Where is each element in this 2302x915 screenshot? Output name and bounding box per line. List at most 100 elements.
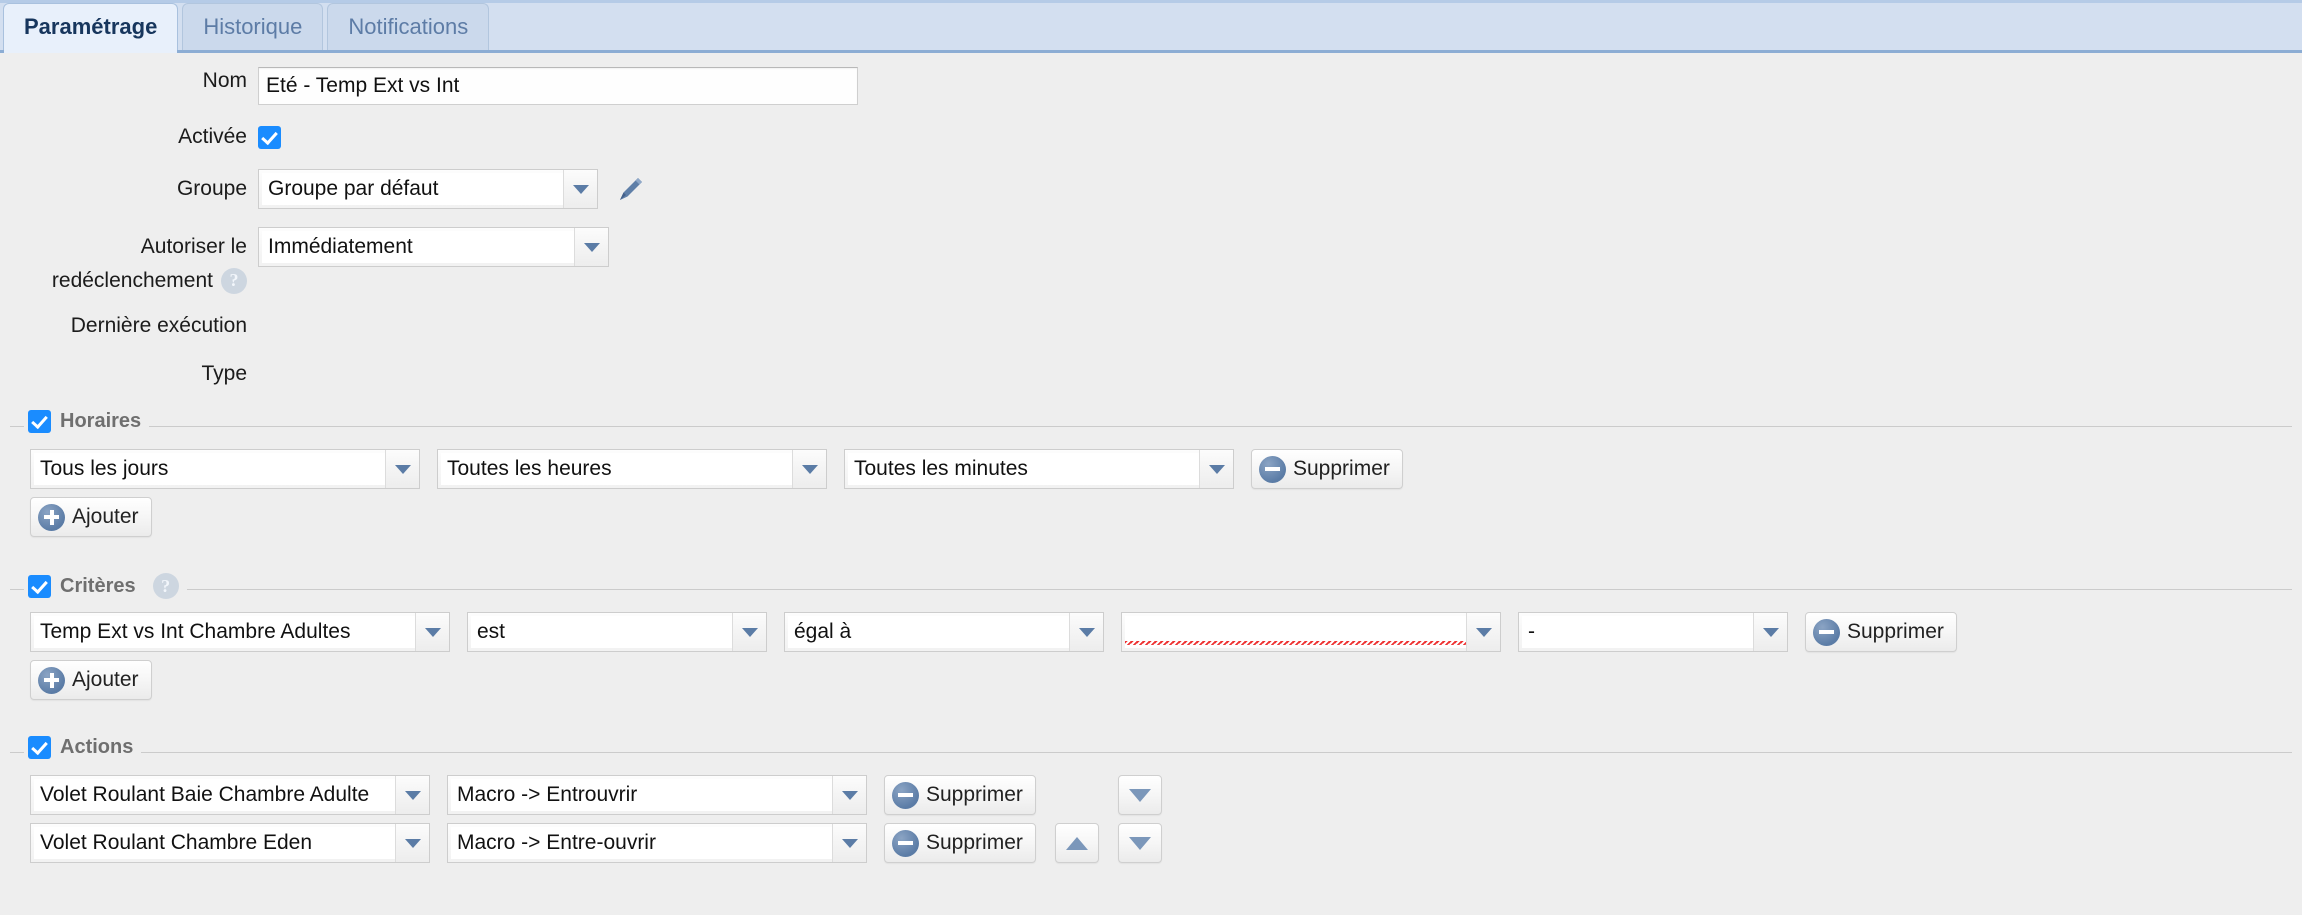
actions-command-value-2: Macro -> Entre-ouvrir: [451, 827, 832, 859]
horaires-group: Horaires Tous les jours Toutes les heure…: [10, 410, 2292, 559]
criteres-legend: Critères ?: [24, 573, 187, 599]
horaires-body: Tous les jours Toutes les heures Toutes …: [10, 427, 2292, 537]
horaires-add-row: Ajouter: [30, 497, 2292, 537]
activee-checkbox[interactable]: [258, 125, 281, 149]
help-icon[interactable]: ?: [221, 267, 247, 294]
field-row-type: Type: [0, 360, 2302, 388]
actions-group: Actions Volet Roulant Baie Chambre Adult…: [10, 736, 2292, 885]
chevron-down-icon: [792, 450, 826, 488]
actions-delete-button-1[interactable]: Supprimer: [884, 775, 1036, 815]
label-type: Type: [201, 362, 247, 385]
chevron-down-icon: [1466, 613, 1500, 651]
tab-parametrage[interactable]: Paramétrage: [3, 3, 179, 53]
tab-historique-label: Historique: [203, 14, 303, 39]
label-redeclenchement: Autoriser le redéclenchement ?: [0, 227, 258, 294]
criteres-add-button[interactable]: Ajouter: [30, 660, 152, 700]
horaires-heure-value: Toutes les heures: [441, 453, 792, 485]
control-redeclenchement: Immédiatement: [258, 227, 609, 267]
criteres-source-select[interactable]: Temp Ext vs Int Chambre Adultes: [30, 612, 450, 652]
tab-notifications-label: Notifications: [348, 14, 469, 39]
actions-checkbox[interactable]: [28, 736, 51, 759]
horaires-delete-label: Supprimer: [1293, 457, 1390, 480]
triangle-down-icon: [1128, 836, 1151, 850]
horaires-minute-value: Toutes les minutes: [848, 453, 1199, 485]
criteres-source-value: Temp Ext vs Int Chambre Adultes: [34, 616, 415, 648]
label-redeclenchement-line1: Autoriser le: [140, 235, 247, 258]
criteres-unit-select[interactable]: -: [1518, 612, 1788, 652]
label-activee: Activée: [178, 125, 247, 148]
field-row-derniere-execution: Dernière exécution: [0, 312, 2302, 340]
actions-move-up-placeholder-1: [1055, 775, 1099, 815]
horaires-minute-select[interactable]: Toutes les minutes: [844, 449, 1234, 489]
field-row-redeclenchement: Autoriser le redéclenchement ? Immédiate…: [0, 227, 2302, 294]
horaires-jour-select[interactable]: Tous les jours: [30, 449, 420, 489]
pencil-icon[interactable]: [611, 169, 651, 209]
horaires-add-label: Ajouter: [72, 505, 139, 528]
chevron-down-icon: [385, 450, 419, 488]
field-row-nom: Nom: [0, 67, 2302, 105]
criteres-delete-button[interactable]: Supprimer: [1805, 612, 1957, 652]
actions-move-down-button-2[interactable]: [1117, 823, 1162, 863]
criteres-checkbox[interactable]: [28, 574, 51, 598]
criteres-verb-select[interactable]: est: [467, 612, 767, 652]
redeclenchement-select[interactable]: Immédiatement: [258, 227, 609, 267]
nom-input[interactable]: [258, 67, 858, 105]
label-derniere-execution: Dernière exécution: [70, 314, 247, 337]
plus-circle-icon: [38, 503, 65, 531]
actions-target-select-1[interactable]: Volet Roulant Baie Chambre Adulte: [30, 775, 430, 815]
actions-target-value-1: Volet Roulant Baie Chambre Adulte: [34, 779, 395, 811]
label-groupe: Groupe: [176, 177, 247, 200]
tab-notifications[interactable]: Notifications: [327, 3, 490, 50]
chevron-down-icon: [563, 170, 597, 208]
chevron-down-icon: [415, 613, 449, 651]
help-icon[interactable]: ?: [152, 573, 179, 599]
horaires-delete-button[interactable]: Supprimer: [1251, 449, 1403, 489]
chevron-down-icon: [395, 824, 429, 862]
minus-circle-icon: [1813, 618, 1840, 646]
criteres-value-select[interactable]: [1121, 612, 1501, 652]
control-nom: [258, 67, 858, 105]
chevron-down-icon: [1199, 450, 1233, 488]
horaires-add-button[interactable]: Ajouter: [30, 497, 152, 537]
groupe-select[interactable]: Groupe par défaut: [258, 169, 598, 209]
field-row-activee: Activée: [0, 123, 2302, 151]
actions-body: Volet Roulant Baie Chambre Adulte Macro …: [10, 753, 2292, 863]
label-redeclenchement-line2-wrap: redéclenchement ?: [0, 267, 247, 294]
actions-target-value-2: Volet Roulant Chambre Eden: [34, 827, 395, 859]
horaires-checkbox[interactable]: [28, 410, 51, 433]
horaires-legend: Horaires: [24, 410, 150, 433]
criteres-verb-value: est: [471, 616, 732, 648]
actions-command-select-2[interactable]: Macro -> Entre-ouvrir: [447, 823, 867, 863]
chevron-down-icon: [1069, 613, 1103, 651]
actions-command-select-1[interactable]: Macro -> Entrouvrir: [447, 775, 867, 815]
criteres-add-row: Ajouter: [30, 660, 2292, 700]
criteres-delete-label: Supprimer: [1847, 620, 1944, 643]
chevron-down-icon: [732, 613, 766, 651]
tab-parametrage-label: Paramétrage: [24, 14, 158, 39]
criteres-operator-select[interactable]: égal à: [784, 612, 1104, 652]
control-groupe: Groupe par défaut: [258, 169, 651, 209]
label-redeclenchement-line2: redéclenchement: [51, 269, 213, 292]
actions-row: Volet Roulant Chambre Eden Macro -> Entr…: [30, 823, 2292, 863]
minus-circle-icon: [892, 781, 919, 809]
control-activee: [258, 123, 281, 151]
horaires-heure-select[interactable]: Toutes les heures: [437, 449, 827, 489]
criteres-value-value: [1125, 616, 1466, 648]
horaires-jour-value: Tous les jours: [34, 453, 385, 485]
actions-target-select-2[interactable]: Volet Roulant Chambre Eden: [30, 823, 430, 863]
horaires-legend-label: Horaires: [60, 410, 142, 432]
actions-delete-button-2[interactable]: Supprimer: [884, 823, 1036, 863]
criteres-legend-label: Critères: [60, 574, 136, 597]
actions-command-value-1: Macro -> Entrouvrir: [451, 779, 832, 811]
minus-circle-icon: [892, 829, 919, 857]
tab-historique[interactable]: Historique: [182, 3, 324, 50]
label-nom: Nom: [202, 69, 247, 92]
chevron-down-icon: [832, 824, 866, 862]
actions-delete-label-1: Supprimer: [926, 783, 1023, 806]
actions-move-down-button-1[interactable]: [1117, 775, 1162, 815]
chevron-down-icon: [1753, 613, 1787, 651]
actions-move-up-button-2[interactable]: [1054, 823, 1099, 863]
chevron-down-icon: [395, 776, 429, 814]
triangle-up-icon: [1065, 836, 1088, 850]
criteres-operator-value: égal à: [788, 616, 1069, 648]
